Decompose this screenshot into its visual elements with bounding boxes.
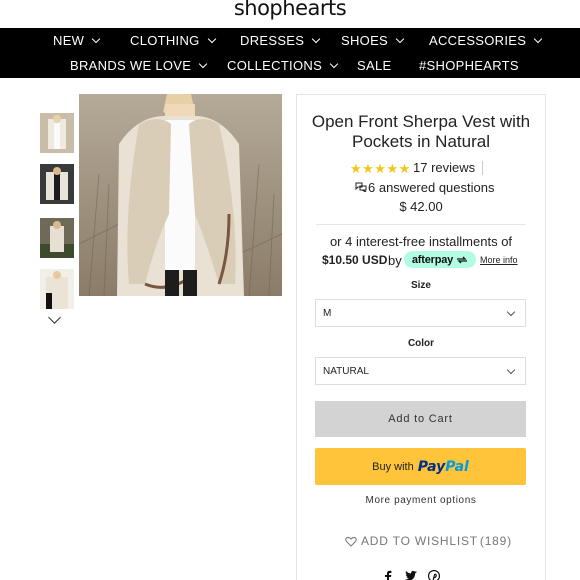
color-select-value: NATURAL — [323, 366, 369, 377]
main-nav: NEW CLOTHING DRESSES SHOES ACCESSORIES B… — [0, 28, 580, 78]
answered-questions-link[interactable]: 6 answered questions — [368, 180, 494, 195]
nav-item-shoes[interactable]: SHOES — [341, 33, 405, 48]
nav-label: BRANDS WE LOVE — [70, 58, 192, 73]
nav-label: #SHOPHEARTS — [419, 58, 519, 73]
chevron-down-icon — [533, 34, 543, 43]
nav-label: SALE — [357, 58, 392, 73]
nav-label: ACCESSORIES — [429, 33, 527, 48]
chevron-down-icon — [207, 34, 216, 43]
more-payment-options-link[interactable]: More payment options — [298, 495, 544, 506]
product-title: Open Front Sherpa Vest with Pockets in N… — [311, 112, 531, 151]
chevron-down-icon — [395, 34, 405, 43]
afterpay-installment-amount: $10.50 USD — [322, 253, 388, 267]
thumbnail-1[interactable] — [40, 113, 74, 153]
paypal-logo-pay: Pay — [417, 458, 446, 475]
thumbnail-4[interactable] — [40, 269, 74, 309]
afterpay-text: or 4 interest-free installments of — [329, 234, 513, 249]
chevron-down-icon — [506, 365, 516, 375]
nav-label: NEW — [53, 33, 85, 48]
reviews-link[interactable]: 17 reviews — [413, 160, 475, 175]
nav-item-sale[interactable]: SALE — [357, 58, 391, 73]
site-logo[interactable]: shophearts — [0, 0, 580, 20]
main-product-image[interactable] — [79, 94, 282, 296]
chat-bubbles-icon — [355, 182, 367, 192]
chevron-down-icon — [91, 34, 101, 43]
add-to-wishlist-button[interactable]: ADD TO WISHLIST (189) — [345, 534, 512, 548]
nav-label: COLLECTIONS — [227, 58, 323, 73]
divider — [482, 161, 483, 175]
twitter-icon[interactable] — [404, 570, 418, 580]
nav-item-collections[interactable]: COLLECTIONS — [227, 58, 339, 73]
nav-item-brands-we-love[interactable]: BRANDS WE LOVE — [70, 58, 208, 73]
afterpay-logo[interactable]: afterpay — [404, 251, 476, 268]
afterpay-arrows-icon — [457, 256, 468, 263]
nav-item-shophearts[interactable]: #SHOPHEARTS — [419, 58, 519, 73]
add-to-cart-button[interactable]: Add to Cart — [315, 401, 526, 437]
afterpay-more-info-link[interactable]: More info — [480, 255, 518, 265]
afterpay-brand-text: afterpay — [411, 253, 454, 266]
afterpay-by-text: by — [388, 253, 402, 268]
nav-label: DRESSES — [240, 33, 305, 48]
nav-item-clothing[interactable]: CLOTHING — [130, 33, 216, 48]
social-share — [382, 570, 440, 580]
size-select-value: M — [323, 308, 332, 319]
paypal-logo: PayPal — [418, 459, 469, 475]
rating-stars[interactable]: ★★★★★ — [350, 161, 411, 177]
size-label: Size — [410, 280, 431, 291]
wishlist-label: ADD TO WISHLIST — [361, 534, 478, 548]
nav-item-dresses[interactable]: DRESSES — [240, 33, 321, 48]
divider — [316, 224, 526, 225]
chevron-down-icon — [198, 59, 208, 68]
product-price: $ 42.00 — [399, 199, 443, 214]
color-select[interactable]: NATURAL — [315, 357, 526, 385]
facebook-icon[interactable] — [382, 570, 394, 580]
chevron-down-icon — [311, 34, 321, 43]
paypal-prefix: Buy with — [372, 460, 414, 473]
nav-label: SHOES — [341, 33, 389, 48]
nav-item-new[interactable]: NEW — [53, 33, 101, 48]
wishlist-count: (189) — [479, 534, 512, 548]
paypal-logo-pal: Pal — [445, 458, 469, 475]
size-select[interactable]: M — [315, 299, 526, 327]
chevron-down-icon — [329, 59, 339, 68]
paypal-button[interactable]: Buy with PayPal — [315, 448, 526, 485]
color-label: Color — [407, 338, 435, 349]
heart-icon — [345, 536, 357, 547]
pinterest-icon[interactable] — [428, 570, 440, 580]
thumbnail-3[interactable] — [40, 218, 74, 258]
nav-item-accessories[interactable]: ACCESSORIES — [429, 33, 543, 48]
thumbnail-2[interactable] — [40, 164, 74, 204]
nav-label: CLOTHING — [130, 33, 200, 48]
header: shophearts — [0, 0, 580, 28]
chevron-down-icon — [506, 307, 516, 317]
chevron-down-icon[interactable] — [48, 311, 61, 324]
